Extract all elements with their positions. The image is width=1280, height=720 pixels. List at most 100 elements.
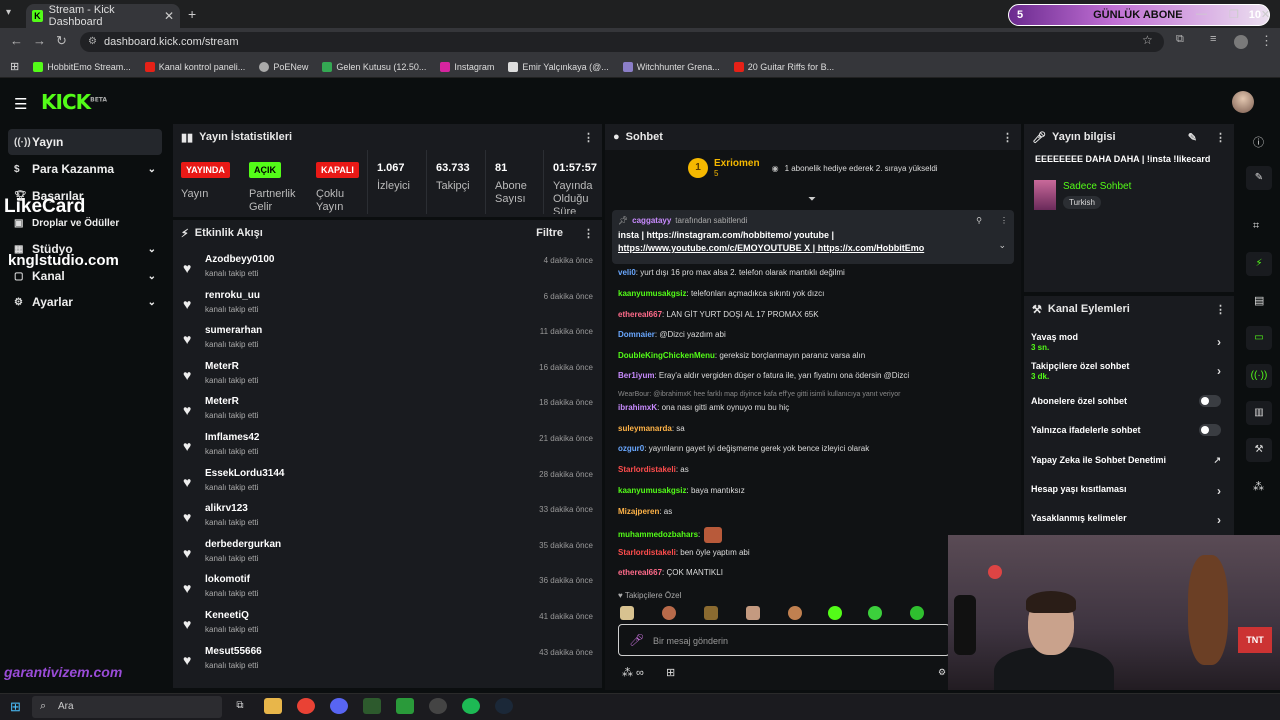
bookmark-item[interactable]: Gelen Kutusu (12.50... xyxy=(322,61,426,72)
subscribers-only-row[interactable]: Abonelere özel sohbet xyxy=(1031,395,1227,407)
chat-username[interactable]: DoubleKingChickenMenu xyxy=(618,351,715,360)
chat-username[interactable]: Starlordistakeli xyxy=(618,465,676,474)
bookmark-item[interactable]: 20 Guitar Riffs for B... xyxy=(733,61,834,72)
event-user[interactable]: Azodbeyy0100 xyxy=(205,254,274,265)
emote-icon[interactable] xyxy=(704,606,718,620)
extensions-icon[interactable]: ⧉ xyxy=(1176,33,1184,46)
profile-icon[interactable] xyxy=(1234,35,1248,49)
event-user[interactable]: alikrv123 xyxy=(205,503,248,514)
reply-context[interactable]: WearBour: @ibrahimxK hee farklı map diyi… xyxy=(618,391,900,398)
app-icon[interactable] xyxy=(396,698,414,714)
emote-icon[interactable] xyxy=(828,606,842,620)
file-explorer-icon[interactable] xyxy=(264,698,282,714)
event-user[interactable]: Mesut55666 xyxy=(205,646,262,657)
spotify-icon[interactable] xyxy=(462,698,480,714)
sidebar-item-para-kazanma[interactable]: $ Para Kazanma ⌄ xyxy=(8,156,162,182)
chevron-down-icon[interactable]: ⌄ xyxy=(998,240,1006,251)
event-user[interactable]: MeterR xyxy=(205,361,239,372)
app-icon[interactable] xyxy=(363,698,381,714)
emote-icon[interactable] xyxy=(704,527,723,543)
bookmark-item[interactable]: Witchhunter Grena... xyxy=(622,61,720,72)
event-user[interactable]: KeneetiQ xyxy=(205,610,249,621)
chat-username[interactable]: ibrahimxK xyxy=(618,403,657,412)
layers-icon[interactable]: ▥ xyxy=(1246,401,1272,425)
chat-icon[interactable]: ▭ xyxy=(1246,326,1272,350)
category-link[interactable]: Sadece Sohbet xyxy=(1063,181,1131,192)
subscribers-only-toggle[interactable] xyxy=(1199,395,1221,407)
taskbar-search[interactable]: ⌕ Ara xyxy=(32,696,222,718)
bookmark-item[interactable]: HobbitEmo Stream... xyxy=(33,61,131,72)
slow-mode-row[interactable]: Yavaş mod 3 sn. › xyxy=(1031,332,1227,352)
back-icon[interactable]: ← xyxy=(10,33,23,48)
hamburger-menu-icon[interactable]: ☰ xyxy=(14,95,27,113)
chat-message-input[interactable]: 🎤︎ Bir mesaj gönderin xyxy=(618,624,950,656)
emote-icon[interactable] xyxy=(746,606,760,620)
pinned-text-line[interactable]: insta | https://instagram.com/hobbitemo/… xyxy=(618,230,1008,240)
more-options-icon[interactable]: ⋮ xyxy=(1000,216,1008,225)
more-options-icon[interactable]: ⋮ xyxy=(1002,131,1013,144)
bookmark-item[interactable]: Instagram xyxy=(440,61,494,72)
user-avatar[interactable] xyxy=(1232,91,1254,113)
kick-logo[interactable]: KICKBETA xyxy=(41,90,107,114)
scroll-down-icon[interactable]: ⏷ xyxy=(808,194,816,205)
bookmark-item[interactable]: PoENew xyxy=(259,61,308,72)
gifter-name[interactable]: Exriomen xyxy=(714,158,760,169)
bookmark-item[interactable]: Kanal kontrol paneli... xyxy=(144,61,245,72)
task-view-icon[interactable]: ⧉ xyxy=(231,698,249,714)
apps-icon[interactable]: ⊞ xyxy=(10,60,19,73)
apps-icon[interactable]: ⁂ xyxy=(1253,480,1264,493)
wrench-icon[interactable]: ⚒ xyxy=(1246,438,1272,462)
followers-only-row[interactable]: Takipçilere özel sohbet 3 dk. › xyxy=(1031,361,1227,381)
event-user[interactable]: EssekLordu3144 xyxy=(205,468,285,479)
edit-pencil-icon[interactable]: ✎ xyxy=(1188,131,1197,144)
account-age-row[interactable]: Hesap yaşı kısıtlaması › xyxy=(1031,484,1227,498)
event-user[interactable]: MeterR xyxy=(205,396,239,407)
chat-username[interactable]: suleymanarda xyxy=(618,424,672,433)
browser-menu-icon[interactable]: ⋮ xyxy=(1260,33,1273,49)
obs-icon[interactable] xyxy=(429,698,447,714)
forward-icon[interactable]: → xyxy=(33,33,46,48)
maximize-icon[interactable]: ❐ xyxy=(1229,8,1239,21)
chat-username[interactable]: ethereal667 xyxy=(618,310,662,319)
windows-start-icon[interactable]: ⊞ xyxy=(10,699,21,715)
banned-words-row[interactable]: Yasaklanmış kelimeler › xyxy=(1031,513,1227,527)
emote-icon[interactable] xyxy=(620,606,634,620)
browser-tab[interactable]: K Stream - Kick Dashboard ✕ xyxy=(26,4,180,28)
tab-search-icon[interactable]: ▾ xyxy=(6,7,11,18)
chat-username[interactable]: Ber1iyum xyxy=(618,371,654,380)
microphone-icon[interactable]: 🎤︎ xyxy=(629,633,644,647)
more-options-icon[interactable]: ⋮ xyxy=(1215,303,1226,316)
close-tab-icon[interactable]: ✕ xyxy=(164,9,174,23)
sidebar-item-yayin[interactable]: ((·)) Yayın xyxy=(8,129,162,155)
chat-username[interactable]: Domnaier xyxy=(618,330,655,339)
chat-username[interactable]: muhammedozbahars xyxy=(618,530,698,539)
emote-icon[interactable] xyxy=(868,606,882,620)
chat-username[interactable]: kaanyumusakgsiz xyxy=(618,289,686,298)
sidebar-item-ayarlar[interactable]: ⚙ Ayarlar ⌄ xyxy=(8,289,162,315)
chat-username[interactable]: Mizajperen xyxy=(618,507,659,516)
more-options-icon[interactable]: ⋮ xyxy=(583,131,594,144)
reading-list-icon[interactable]: ≡ xyxy=(1210,33,1216,45)
reload-icon[interactable]: ↻ xyxy=(56,33,67,49)
more-options-icon[interactable]: ⋮ xyxy=(1215,131,1226,144)
minimize-icon[interactable]: — xyxy=(1196,8,1207,21)
chat-username[interactable]: veli0 xyxy=(618,268,636,277)
broadcast-icon[interactable]: ((·)) xyxy=(1246,364,1272,388)
pinned-by-user[interactable]: caggatayy xyxy=(632,216,671,225)
event-user[interactable]: derbedergurkan xyxy=(205,539,281,550)
emote-picker-icon[interactable]: ⁂ ∞ xyxy=(622,666,644,679)
emotes-only-toggle[interactable] xyxy=(1199,424,1221,436)
chat-username[interactable]: ethereal667 xyxy=(618,568,662,577)
edit-icon[interactable]: ✎ xyxy=(1246,166,1272,190)
lightning-icon[interactable]: ⚡︎ xyxy=(1246,252,1272,276)
unpin-icon[interactable]: ⚲ xyxy=(976,216,982,225)
store-icon[interactable]: ⊞ xyxy=(666,666,675,679)
event-user[interactable]: renroku_uu xyxy=(205,290,260,301)
url-field[interactable]: ⚙ dashboard.kick.com/stream xyxy=(80,32,1164,52)
scan-icon[interactable]: ⌗ xyxy=(1253,220,1259,233)
pinned-text-line[interactable]: https://www.youtube.com/c/EMOYOUTUBE X |… xyxy=(618,243,1008,253)
bookmark-item[interactable]: Emir Yalçınkaya (@... xyxy=(508,61,609,72)
category-thumbnail[interactable] xyxy=(1034,180,1056,210)
event-user[interactable]: lokomotif xyxy=(205,574,250,585)
chrome-icon[interactable] xyxy=(297,698,315,714)
